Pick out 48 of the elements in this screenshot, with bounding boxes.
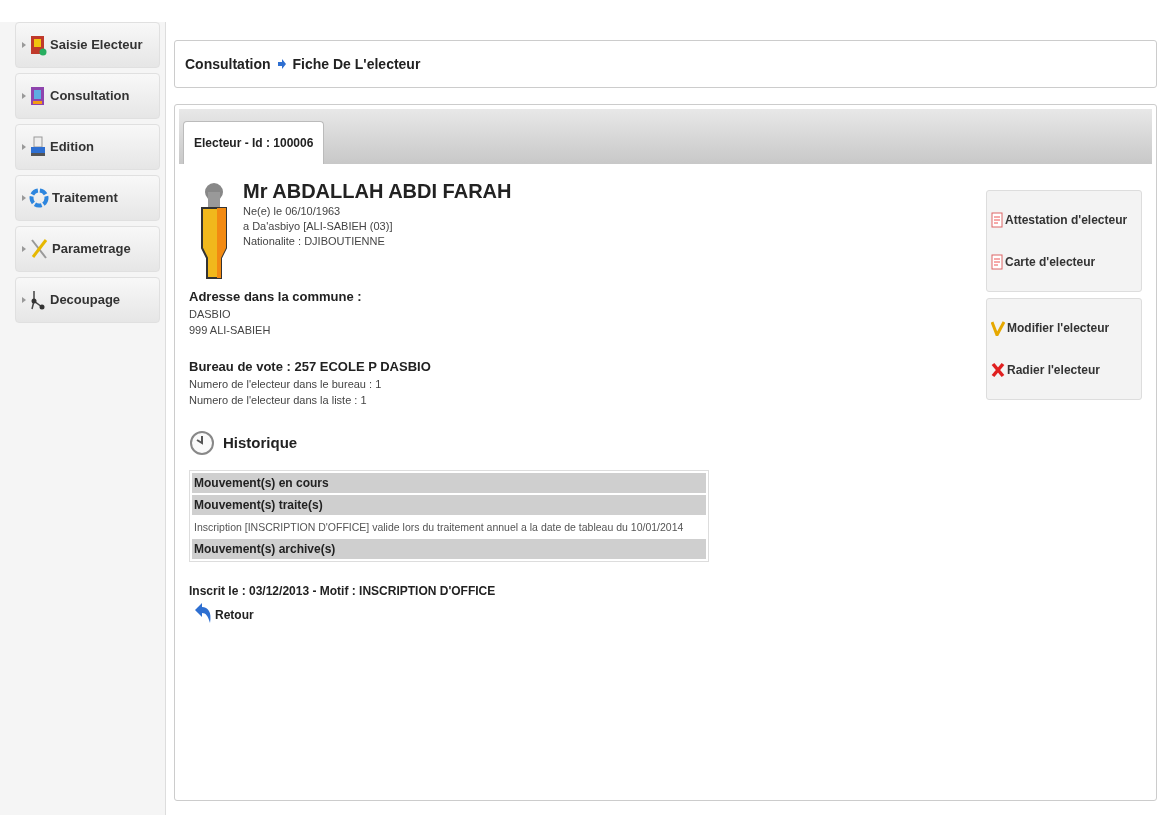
caret-icon bbox=[22, 144, 26, 150]
tab[interactable]: Electeur - Id : 100006 bbox=[183, 121, 325, 164]
book-icon bbox=[29, 34, 47, 56]
detail-line: 999 ALI-SABIEH bbox=[189, 323, 272, 338]
back-arrow-icon bbox=[193, 602, 213, 624]
menu-item[interactable]: Edition bbox=[15, 124, 160, 170]
pencil-icon bbox=[991, 320, 1005, 336]
document-icon bbox=[991, 254, 1003, 270]
menu-item[interactable]: Decoupage bbox=[15, 277, 160, 323]
action-link[interactable]: Radier l'electeur bbox=[987, 349, 1141, 391]
cross-icon bbox=[991, 362, 1005, 378]
person-detail: Nationalite : DJIBOUTIENNE bbox=[243, 234, 386, 249]
table-header: Mouvement(s) archive(s) bbox=[192, 539, 706, 559]
detail-line: Numero de l'electeur dans le bureau : 1 bbox=[189, 377, 383, 392]
clock-icon bbox=[189, 430, 215, 456]
caret-icon bbox=[22, 297, 26, 303]
menu-item[interactable]: Consultation bbox=[15, 73, 160, 119]
detail-line: Numero de l'electeur dans la liste : 1 bbox=[189, 393, 368, 408]
book-icon bbox=[29, 85, 47, 107]
table-header: Mouvement(s) traite(s) bbox=[192, 495, 706, 515]
action-link[interactable]: Modifier l'electeur bbox=[987, 307, 1141, 349]
history-title: Historique bbox=[223, 432, 298, 453]
breadcrumb-current: Fiche De L'electeur bbox=[292, 54, 421, 74]
detail-line: DASBIO bbox=[189, 307, 232, 322]
table-header: Mouvement(s) en cours bbox=[192, 473, 706, 493]
menu-item[interactable]: Parametrage bbox=[15, 226, 160, 272]
inscription-text: Inscrit le : 03/12/2013 - Motif : INSCRIPTION D'OFFICE bbox=[189, 583, 497, 600]
person-detail: a Da'asbiyo [ALI-SABIEH (03)] bbox=[243, 219, 394, 234]
document-icon bbox=[991, 212, 1003, 228]
menu-item[interactable]: Traitement bbox=[15, 175, 160, 221]
back-link[interactable]: Retour bbox=[189, 602, 986, 624]
person-name: Mr ABDALLAH ABDI FARAH bbox=[243, 179, 512, 204]
address-title: Adresse dans la commune : bbox=[189, 288, 363, 306]
menu-item[interactable]: Saisie Electeur bbox=[15, 22, 160, 68]
network-icon bbox=[29, 289, 47, 311]
gear-icon bbox=[29, 187, 49, 209]
person-detail: Ne(e) le 06/10/1963 bbox=[243, 204, 342, 219]
caret-icon bbox=[22, 246, 26, 252]
caret-icon bbox=[22, 93, 26, 99]
caret-icon bbox=[22, 42, 26, 48]
action-link[interactable]: Carte d'electeur bbox=[987, 241, 1141, 283]
printer-icon bbox=[29, 136, 47, 158]
action-link[interactable]: Attestation d'electeur bbox=[987, 199, 1141, 241]
bureau-title: Bureau de vote : 257 ECOLE P DASBIO bbox=[189, 358, 432, 376]
tools-icon bbox=[29, 238, 49, 260]
caret-icon bbox=[22, 195, 26, 201]
arrow-icon bbox=[276, 58, 287, 70]
breadcrumb-link[interactable]: Consultation bbox=[185, 53, 271, 75]
